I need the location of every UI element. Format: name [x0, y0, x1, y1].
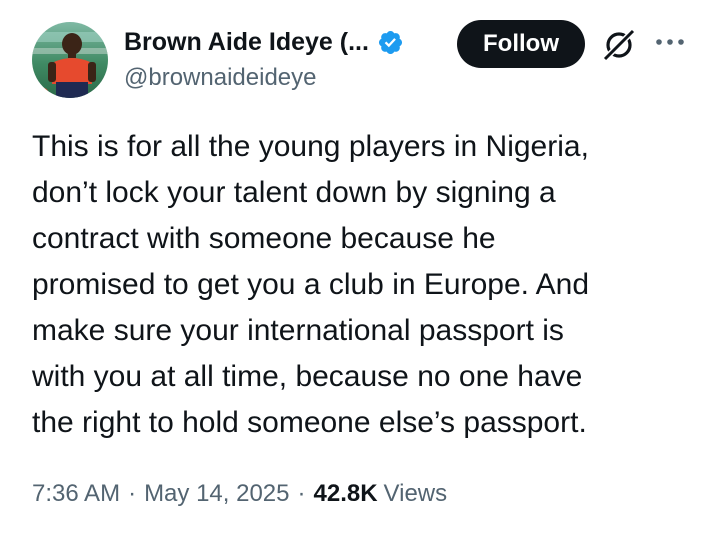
tweet-date[interactable]: May 14, 2025	[144, 480, 289, 508]
author-handle[interactable]: @brownaideideye	[124, 64, 316, 92]
tweet-time[interactable]: 7:36 AM	[32, 480, 120, 508]
more-options-icon[interactable]	[654, 34, 686, 50]
tweet-card: Brown Aide Ideye (... @brownaideideye Fo…	[0, 0, 720, 533]
author-name-row: Brown Aide Ideye (...	[124, 26, 404, 58]
verified-badge-icon	[377, 29, 404, 56]
avatar-image	[32, 22, 108, 98]
tweet-text: This is for all the young players in Nig…	[32, 130, 590, 439]
tweet-meta: 7:36 AM · May 14, 2025 · 42.8K Views	[32, 480, 447, 508]
views-label: Views	[383, 480, 448, 507]
views-count: 42.8K	[313, 480, 378, 507]
meta-separator: ·	[297, 480, 306, 507]
author-display-name[interactable]: Brown Aide Ideye (...	[124, 28, 369, 57]
meta-separator: ·	[128, 480, 137, 507]
grok-icon[interactable]	[600, 26, 638, 64]
follow-button[interactable]: Follow	[457, 20, 585, 68]
avatar[interactable]	[32, 22, 108, 98]
